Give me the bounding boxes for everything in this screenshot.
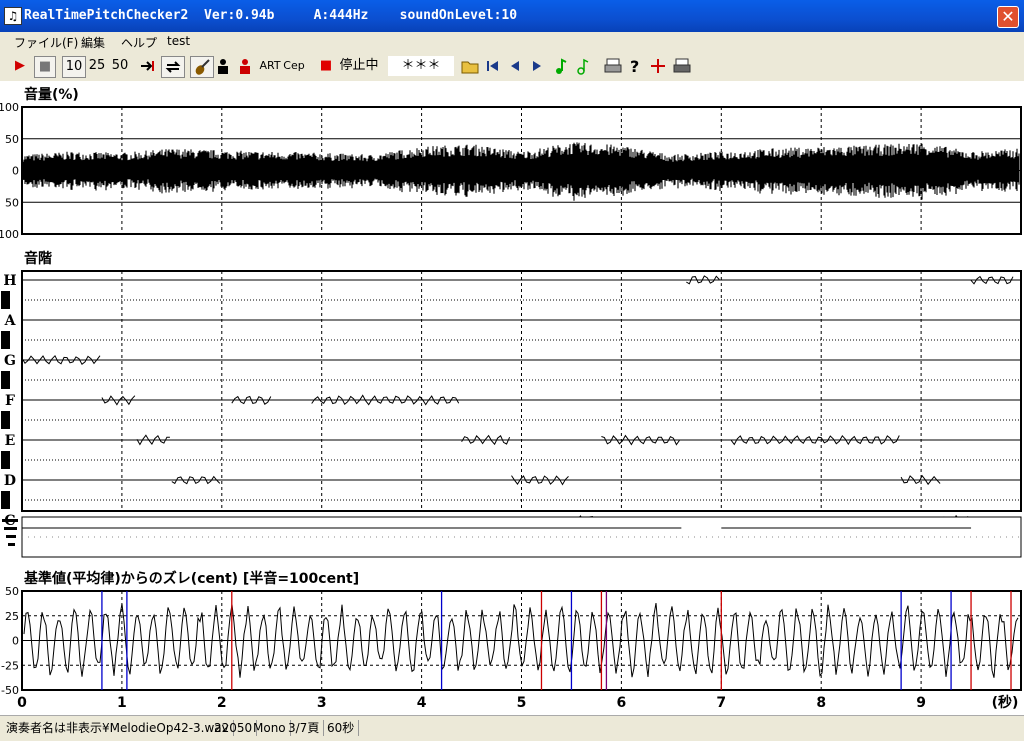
status-label: 停止中 — [339, 58, 379, 73]
deviation-chart: 50250-25-50 — [1, 585, 1022, 697]
volume-y-tick: 50 — [5, 133, 19, 146]
time-tick: 4 — [417, 695, 427, 711]
deviation-y-tick: -25 — [1, 659, 19, 672]
time-tick: 9 — [916, 695, 926, 711]
strip-marker — [8, 543, 15, 546]
time-tick: 6 — [617, 695, 627, 711]
open-folder-icon[interactable] — [460, 56, 480, 76]
app-icon: ♫ — [4, 7, 22, 25]
black-key — [1, 331, 10, 349]
status-filename: 演奏者名は非表示¥MelodieOp42-3.wav — [2, 720, 234, 736]
speed-50-button[interactable]: 50 — [109, 56, 131, 76]
plot-area: 音量(%) 音階 基準値(平均律)からのズレ(cent) [半音=100cent… — [0, 81, 1024, 715]
note-label: G — [4, 353, 16, 369]
menu-test[interactable]: test — [167, 34, 190, 48]
deviation-y-tick: 50 — [5, 585, 19, 598]
strip-marker — [6, 535, 16, 538]
player-black-icon[interactable] — [214, 56, 232, 76]
scale-chart: HAGFEDC — [1, 270, 1022, 529]
first-page-icon[interactable] — [484, 56, 502, 76]
menu-edit[interactable]: 編集 — [81, 34, 105, 51]
note-label: E — [5, 433, 16, 449]
deviation-y-tick: 25 — [5, 610, 19, 623]
cep-button[interactable]: Cep — [283, 56, 305, 76]
close-button[interactable]: ✕ — [997, 6, 1019, 28]
volume-y-tick: 0 — [12, 165, 19, 178]
menu-bar: ファイル(F) 編集 ヘルプ test — [0, 32, 1024, 51]
status-page: 3/7頁 — [284, 720, 325, 736]
menu-file[interactable]: ファイル(F) — [14, 34, 78, 51]
player-red-icon[interactable] — [236, 56, 254, 76]
black-key — [1, 451, 10, 469]
violin-icon[interactable] — [190, 56, 214, 78]
speed-10-button[interactable]: 10 — [62, 56, 86, 78]
help-icon[interactable]: ? — [626, 56, 644, 76]
time-tick: 1 — [117, 695, 127, 711]
svg-text:?: ? — [630, 57, 639, 76]
strip-marker — [2, 519, 18, 522]
note-label: F — [5, 393, 15, 409]
note-label: H — [3, 273, 16, 289]
title-bar: ♫ RealTimePitchChecker2 Ver:0.94b A:444H… — [0, 0, 1024, 32]
status-duration: 60秒 — [323, 720, 360, 736]
note-label: A — [4, 313, 17, 329]
note-label: D — [4, 473, 16, 489]
mini-strip — [2, 516, 1022, 558]
next-page-icon[interactable] — [528, 56, 546, 76]
prev-page-icon[interactable] — [506, 56, 524, 76]
deviation-y-tick: 0 — [12, 635, 19, 648]
speed-25-button[interactable]: 25 — [86, 56, 108, 76]
print-icon[interactable] — [603, 56, 623, 76]
loop-icon[interactable] — [161, 56, 185, 78]
print-setup-icon[interactable] — [672, 56, 692, 76]
note-display: ＊＊＊ — [388, 56, 454, 76]
black-key — [1, 291, 10, 309]
window-title: RealTimePitchChecker2 Ver:0.94b A:444Hz … — [24, 8, 518, 23]
note-outline-icon[interactable] — [574, 56, 592, 76]
note-green-icon[interactable] — [552, 56, 570, 76]
time-tick: 5 — [517, 695, 527, 711]
volume-chart: 100 50 0 50 100 — [0, 101, 1022, 241]
volume-y-tick: 50 — [5, 196, 19, 209]
stop-button[interactable]: ■ — [34, 56, 56, 78]
menu-help[interactable]: ヘルプ — [121, 34, 157, 51]
toolbar: ▶ ■ 10 25 50 ART Cep ■ 停止中 ＊＊＊ ? — [0, 51, 1024, 82]
time-axis: 0 1 2 3 4 5 6 7 8 9 (秒) — [17, 694, 1018, 711]
status-bar: 演奏者名は非表示¥MelodieOp42-3.wav 22050 Mono 3/… — [0, 715, 1024, 741]
volume-y-tick: 100 — [0, 101, 19, 114]
record-icon[interactable]: ■ — [316, 56, 336, 76]
time-tick: 8 — [816, 695, 826, 711]
time-unit: (秒) — [992, 694, 1019, 711]
skip-end-icon[interactable] — [138, 56, 158, 76]
art-button[interactable]: ART — [259, 56, 281, 76]
cursor-cross-icon[interactable] — [648, 56, 668, 76]
time-tick: 2 — [217, 695, 227, 711]
black-key — [1, 491, 10, 509]
pitch-analysis-plots: 10050050100 HAGFEDC 50250-25-50 01234567… — [0, 101, 1022, 711]
volume-y-tick: 100 — [0, 228, 19, 241]
time-tick: 3 — [317, 695, 327, 711]
time-tick: 7 — [716, 695, 726, 711]
strip-marker — [4, 527, 17, 530]
time-tick: 0 — [17, 695, 27, 711]
black-key — [1, 411, 10, 429]
play-button[interactable]: ▶ — [10, 56, 30, 76]
strip-frame — [21, 516, 1022, 558]
black-key — [1, 371, 10, 389]
